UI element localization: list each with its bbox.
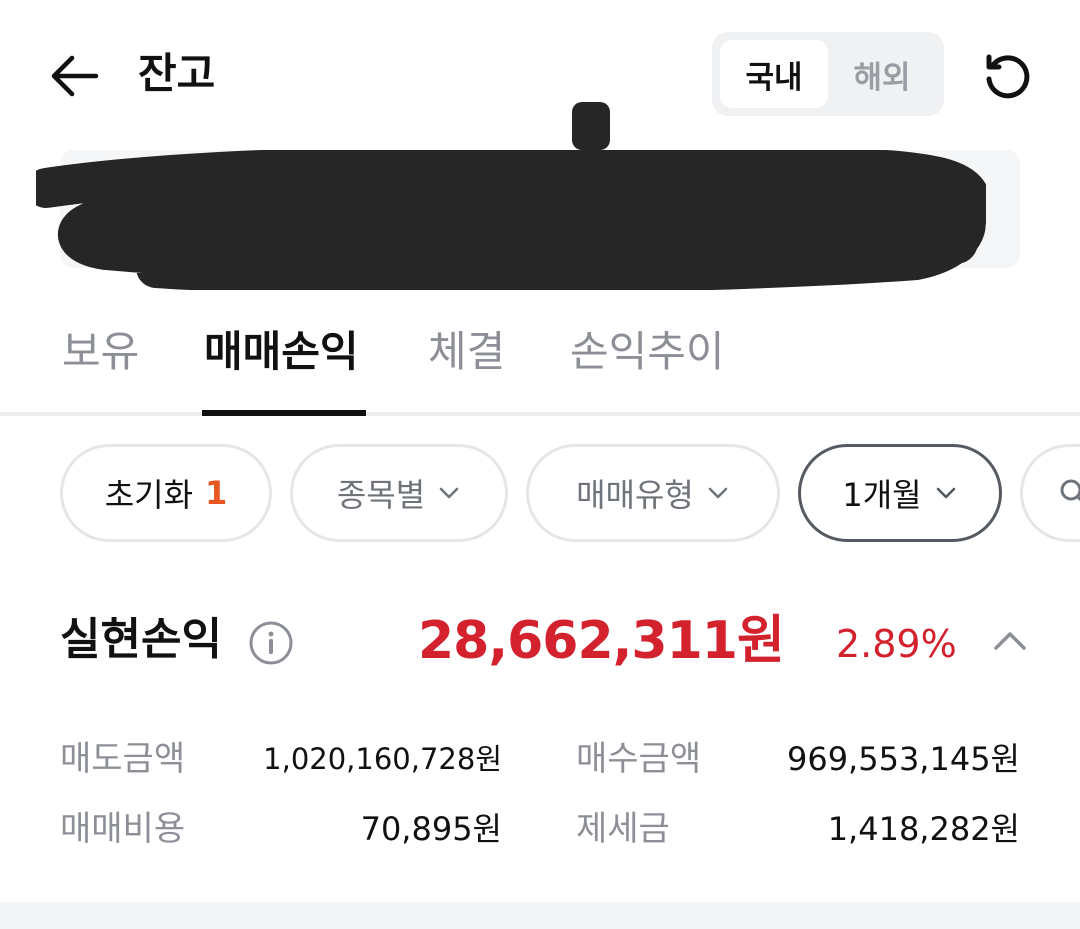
reset-chip-count: 1 xyxy=(205,474,228,512)
tab-bar: 보유 매매손익 체결 손익추이 xyxy=(0,300,1080,416)
segment-domestic[interactable]: 국내 xyxy=(720,40,828,108)
filter-chip-row: 초기화 1 종목별 매매유형 1개월 xyxy=(0,444,1080,544)
tax-label: 제세금 xyxy=(576,809,670,849)
tab-pnl-trend[interactable]: 손익추이 xyxy=(570,324,725,380)
buy-amount-label: 매수금액 xyxy=(576,739,702,779)
trade-cost-value: 70,895원 xyxy=(360,810,502,848)
stock-chip-label: 종목별 xyxy=(336,476,426,514)
redaction-mark xyxy=(572,102,610,150)
realized-pnl-label: 실현손익 xyxy=(60,614,222,665)
stock-filter-chip[interactable]: 종목별 xyxy=(290,444,508,542)
refresh-button[interactable] xyxy=(978,48,1036,106)
buy-amount-value: 969,553,145원 xyxy=(786,740,1020,778)
realized-pnl-rate: 2.89% xyxy=(836,622,957,666)
search-icon xyxy=(1060,479,1080,502)
chevron-down-icon xyxy=(936,487,955,499)
market-segment-control: 국내 해외 xyxy=(712,32,944,116)
chevron-down-icon xyxy=(439,487,459,499)
tab-executions[interactable]: 체결 xyxy=(428,324,505,380)
sell-amount-value: 1,020,160,728원 xyxy=(263,742,502,776)
arrow-left-icon xyxy=(51,55,99,97)
segment-overseas[interactable]: 해외 xyxy=(828,40,936,108)
chevron-down-icon xyxy=(708,487,728,499)
section-divider xyxy=(0,902,1080,929)
period-chip-label: 1개월 xyxy=(842,476,922,514)
active-tab-indicator xyxy=(202,410,366,416)
tab-holdings[interactable]: 보유 xyxy=(62,324,139,380)
tab-trading-pnl[interactable]: 매매손익 xyxy=(204,324,359,380)
trade-cost-label: 매매비용 xyxy=(60,809,186,849)
top-bar: 잔고 국내 해외 xyxy=(0,0,1080,150)
page-title: 잔고 xyxy=(138,49,216,98)
redaction-scribble xyxy=(36,150,986,290)
tax-value: 1,418,282원 xyxy=(827,810,1020,848)
trade-type-filter-chip[interactable]: 매매유형 xyxy=(526,444,780,542)
realized-pnl-amount: 28,662,311원 xyxy=(418,611,785,671)
trade-type-chip-label: 매매유형 xyxy=(576,476,694,514)
back-button[interactable] xyxy=(44,48,104,104)
reset-filter-chip[interactable]: 초기화 1 xyxy=(60,444,272,542)
search-filter-chip[interactable] xyxy=(1020,444,1080,542)
period-filter-chip[interactable]: 1개월 xyxy=(798,444,1002,542)
info-icon[interactable] xyxy=(248,620,294,666)
reset-chip-label: 초기화 xyxy=(104,476,194,514)
refresh-icon xyxy=(986,54,1030,99)
sell-amount-label: 매도금액 xyxy=(60,739,186,779)
chevron-up-icon[interactable] xyxy=(988,618,1032,662)
